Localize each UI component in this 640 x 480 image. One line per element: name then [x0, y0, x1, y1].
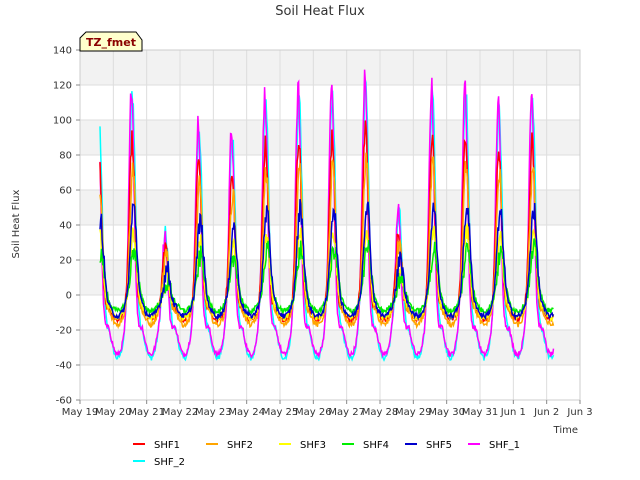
y-axis-label: Soil Heat Flux [11, 189, 22, 258]
legend-label: SHF_2 [154, 457, 185, 468]
y-tick-label: 60 [59, 186, 72, 197]
x-tick-label: May 23 [195, 407, 232, 418]
legend-label: SHF5 [426, 440, 452, 451]
x-tick-label: May 27 [328, 407, 365, 418]
x-tick-label: May 25 [262, 407, 299, 418]
y-tick-label: -40 [56, 361, 72, 372]
legend-label: SHF2 [227, 440, 253, 451]
x-tick-label: May 22 [162, 407, 199, 418]
site-label: TZ_fmet [86, 36, 136, 49]
y-tick-label: 120 [53, 81, 72, 92]
y-tick-label: 140 [53, 46, 72, 57]
legend-label: SHF1 [154, 440, 180, 451]
y-tick-label: 80 [59, 151, 72, 162]
legend-label: SHF_1 [489, 440, 520, 451]
y-tick-label: 0 [66, 291, 72, 302]
y-tick-label: 40 [59, 221, 72, 232]
x-tick-label: May 26 [295, 407, 332, 418]
legend-label: SHF3 [300, 440, 326, 451]
legend-label: SHF4 [363, 440, 389, 451]
plot-band [80, 50, 580, 85]
site-label-box: TZ_fmet [79, 31, 143, 52]
x-tick-label: Jun 1 [500, 407, 526, 418]
x-tick-label: May 31 [462, 407, 499, 418]
x-tick-label: May 21 [128, 407, 165, 418]
x-tick-label: May 24 [228, 407, 265, 418]
x-tick-label: May 28 [362, 407, 399, 418]
x-tick-label: Jun 2 [533, 407, 559, 418]
y-tick-label: 20 [59, 256, 72, 267]
y-tick-label: 100 [53, 116, 72, 127]
x-tick-label: May 20 [95, 407, 132, 418]
x-tick-label: May 29 [395, 407, 432, 418]
soil-heat-flux-chart: -60 -40 -20 0 20 40 60 80 100 120 140 May 19May 20… [0, 0, 640, 480]
x-axis-label: Time [553, 425, 578, 436]
x-tick-label: May 19 [62, 407, 99, 418]
chart-title: Soil Heat Flux [275, 4, 365, 19]
x-tick-label: Jun 3 [566, 407, 592, 418]
y-tick-label: -60 [56, 396, 72, 407]
y-tick-label: -20 [56, 326, 72, 337]
x-tick-label: May 30 [428, 407, 465, 418]
